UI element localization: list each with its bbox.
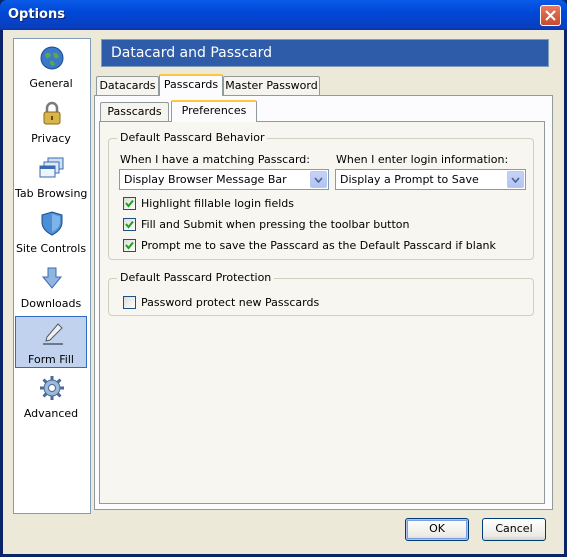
preferences-panel: Default Passcard Behavior When I have a …	[99, 121, 545, 504]
sidebar-item-label: Downloads	[20, 297, 82, 310]
sidebar-item-form-fill[interactable]: Form Fill	[15, 316, 87, 368]
title-bar[interactable]: Options	[0, 0, 567, 30]
dropdown-button[interactable]	[507, 171, 524, 188]
group-legend: Default Passcard Protection	[117, 271, 275, 284]
sidebar-item-downloads[interactable]: Downloads	[15, 261, 87, 313]
chevron-down-icon	[314, 177, 323, 183]
sidebar-item-label: Advanced	[23, 407, 79, 420]
gear-icon	[40, 376, 64, 400]
login-info-select[interactable]: Display a Prompt to Save	[335, 169, 526, 190]
chevron-down-icon	[511, 177, 520, 183]
tab-datacards[interactable]: Datacards	[96, 76, 159, 96]
button-label: OK	[429, 522, 445, 535]
select-value: Display a Prompt to Save	[340, 173, 479, 186]
pen-icon	[43, 323, 63, 345]
close-icon	[545, 10, 556, 21]
tab-passcards[interactable]: Passcards	[159, 74, 223, 96]
close-button[interactable]	[540, 5, 561, 26]
ok-button[interactable]: OK	[405, 518, 469, 541]
select-value: Display Browser Message Bar	[124, 173, 287, 186]
page-header: Datacard and Passcard	[101, 39, 549, 67]
tab-label: Datacards	[99, 79, 156, 92]
tabs-icon	[39, 157, 64, 178]
group-legend: Default Passcard Behavior	[117, 131, 268, 144]
check-icon	[125, 199, 134, 208]
login-info-label: When I enter login information:	[336, 153, 509, 166]
sidebar-item-label: Form Fill	[28, 353, 74, 366]
sidebar-item-site-controls[interactable]: Site Controls	[15, 206, 87, 258]
sidebar-item-label: General	[29, 77, 73, 90]
sidebar-item-label: Site Controls	[15, 242, 87, 255]
checkbox-label[interactable]: Highlight fillable login fields	[141, 197, 294, 210]
tab-master-password[interactable]: Master Password	[223, 76, 320, 96]
subtab-preferences[interactable]: Preferences	[171, 100, 257, 122]
tab-label: Passcards	[163, 78, 219, 91]
sidebar-item-tab-browsing[interactable]: Tab Browsing	[15, 151, 87, 203]
prompt-default-passcard-checkbox[interactable]	[123, 239, 136, 252]
password-protect-checkbox[interactable]	[123, 296, 136, 309]
checkbox-label[interactable]: Prompt me to save the Passcard as the De…	[141, 239, 496, 252]
sidebar-item-advanced[interactable]: Advanced	[15, 371, 87, 423]
default-passcard-protection-group: Default Passcard Protection Password pro…	[108, 271, 534, 316]
highlight-fields-checkbox[interactable]	[123, 197, 136, 210]
tab-label: Passcards	[107, 105, 162, 118]
button-label: Cancel	[495, 522, 533, 535]
page-title: Datacard and Passcard	[111, 45, 272, 61]
dropdown-button[interactable]	[310, 171, 327, 188]
globe-icon	[40, 46, 64, 70]
lock-icon	[43, 101, 61, 125]
tab-panel: Passcards Preferences Default Passcard B…	[94, 95, 553, 510]
dialog-body: General Privacy Tab Browsing Site Contro…	[3, 30, 564, 554]
cancel-button[interactable]: Cancel	[482, 518, 546, 541]
category-sidebar: General Privacy Tab Browsing Site Contro…	[13, 38, 91, 514]
subtab-passcards[interactable]: Passcards	[100, 102, 169, 122]
check-icon	[125, 241, 134, 250]
sidebar-item-label: Tab Browsing	[15, 187, 88, 200]
default-passcard-behavior-group: Default Passcard Behavior When I have a …	[108, 131, 534, 260]
check-icon	[125, 220, 134, 229]
tab-label: Master Password	[225, 79, 318, 92]
sidebar-item-privacy[interactable]: Privacy	[15, 96, 87, 148]
matching-passcard-label: When I have a matching Passcard:	[120, 153, 310, 166]
checkbox-label[interactable]: Password protect new Passcards	[141, 296, 319, 309]
sidebar-item-label: Privacy	[31, 132, 71, 145]
checkbox-label[interactable]: Fill and Submit when pressing the toolba…	[141, 218, 410, 231]
sidebar-item-general[interactable]: General	[15, 41, 87, 93]
fill-and-submit-checkbox[interactable]	[123, 218, 136, 231]
options-window: Options General Privacy Tab Browsing Sit…	[0, 0, 567, 557]
shield-icon	[41, 211, 63, 236]
tab-label: Preferences	[181, 104, 247, 117]
window-title: Options	[8, 7, 65, 22]
matching-passcard-select[interactable]: Display Browser Message Bar	[119, 169, 329, 190]
download-arrow-icon	[41, 267, 63, 289]
